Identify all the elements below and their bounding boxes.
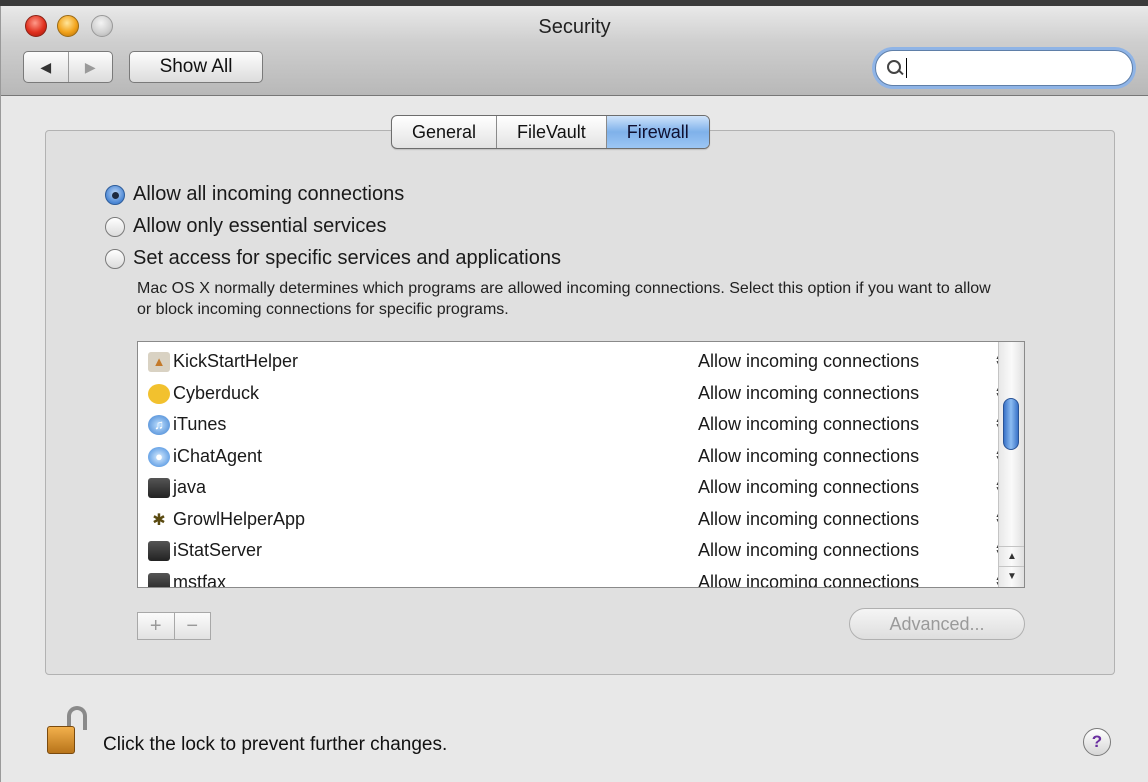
help-button[interactable]: ? [1083, 728, 1111, 756]
option-essential-only[interactable]: Allow only essential services [105, 215, 386, 238]
cyberduck-icon [148, 383, 170, 404]
permission-popup[interactable]: Allow incoming connections▲▼ [698, 507, 1006, 530]
option-label: Set access for specific services and app… [133, 247, 561, 269]
permission-popup[interactable]: Allow incoming connections▲▼ [698, 349, 1006, 372]
back-button[interactable]: ◀ [24, 52, 69, 82]
security-preferences-window: Security ◀ ▶ Show All General FileVault … [0, 6, 1148, 782]
show-all-button[interactable]: Show All [129, 51, 263, 83]
forward-button[interactable]: ▶ [69, 52, 113, 82]
remove-app-button[interactable]: − [175, 613, 211, 639]
lock-message: Click the lock to prevent further change… [103, 734, 448, 755]
permission-popup[interactable]: Allow incoming connections▲▼ [698, 538, 1006, 561]
option-label: Allow only essential services [133, 215, 387, 237]
lock-icon[interactable] [45, 706, 91, 758]
list-item[interactable]: ♫ iTunes Allow incoming connections▲▼ [138, 409, 1006, 440]
list-item[interactable]: Cyberduck Allow incoming connections▲▼ [138, 378, 1006, 409]
title-toolbar: Security ◀ ▶ Show All [1, 6, 1148, 96]
permission-popup[interactable]: Allow incoming connections▲▼ [698, 381, 1006, 404]
add-remove-control: + − [137, 612, 211, 640]
list-item[interactable]: mstfax Allow incoming connections▲▼ [138, 567, 1006, 587]
terminal-executable-icon [148, 572, 170, 587]
tab-firewall[interactable]: Firewall [606, 116, 709, 148]
search-icon [886, 59, 904, 77]
scrollbar-thumb[interactable] [1003, 398, 1019, 450]
add-app-button[interactable]: + [138, 613, 175, 639]
permission-popup[interactable]: Allow incoming connections▲▼ [698, 444, 1006, 467]
search-input[interactable] [911, 57, 1111, 79]
growl-icon: ✱ [152, 511, 166, 529]
permission-popup[interactable]: Allow incoming connections▲▼ [698, 412, 1006, 435]
application-list[interactable]: ▲ KickStartHelper Allow incoming connect… [137, 341, 1025, 588]
radio-button[interactable] [105, 248, 125, 269]
scroll-down-arrow-icon[interactable]: ▼ [999, 566, 1024, 586]
list-item[interactable]: ▲ KickStartHelper Allow incoming connect… [138, 346, 1006, 377]
terminal-executable-icon [148, 540, 170, 561]
scroll-up-arrow-icon[interactable]: ▲ [999, 546, 1024, 566]
list-item[interactable]: java Allow incoming connections▲▼ [138, 472, 1006, 503]
advanced-button[interactable]: Advanced... [849, 608, 1025, 640]
back-forward-control: ◀ ▶ [23, 51, 113, 83]
kickstart-icon: ▲ [148, 351, 170, 372]
tab-filevault[interactable]: FileVault [497, 116, 607, 148]
itunes-icon: ♫ [148, 414, 170, 435]
permission-popup[interactable]: Allow incoming connections▲▼ [698, 570, 1006, 587]
option-allow-all[interactable]: Allow all incoming connections [105, 183, 404, 206]
search-field[interactable] [875, 50, 1133, 86]
firewall-description: Mac OS X normally determines which progr… [137, 280, 991, 318]
option-specific-apps[interactable]: Set access for specific services and app… [105, 247, 561, 270]
list-item[interactable]: iStatServer Allow incoming connections▲▼ [138, 535, 1006, 566]
list-item[interactable]: ✱ GrowlHelperApp Allow incoming connecti… [138, 504, 1006, 535]
ichat-icon: ● [148, 446, 170, 467]
vertical-scrollbar[interactable]: ▲ ▼ [998, 342, 1024, 587]
permission-popup[interactable]: Allow incoming connections▲▼ [698, 475, 1006, 498]
list-item[interactable]: ● iChatAgent Allow incoming connections▲… [138, 441, 1006, 472]
window-title: Security [538, 16, 611, 38]
terminal-executable-icon [148, 477, 170, 498]
radio-button[interactable] [105, 216, 125, 237]
radio-button-selected[interactable] [105, 184, 125, 205]
lock-body [47, 726, 75, 754]
tab-general[interactable]: General [392, 116, 498, 148]
tab-bar: General FileVault Firewall [391, 115, 710, 149]
text-caret [906, 58, 907, 78]
option-label: Allow all incoming connections [133, 183, 405, 205]
